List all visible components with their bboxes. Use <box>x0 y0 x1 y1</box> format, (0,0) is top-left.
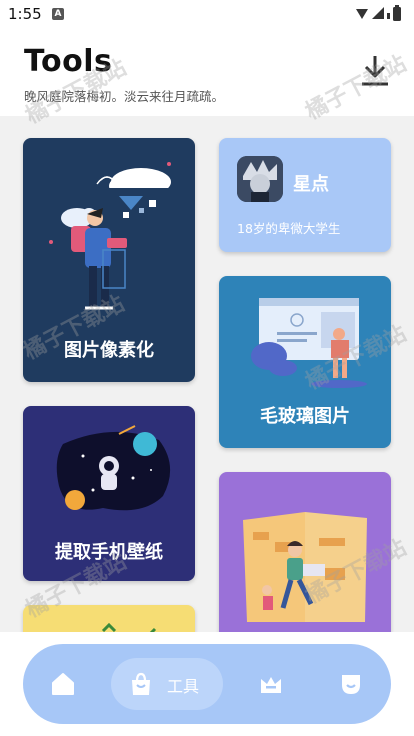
page-title: Tools <box>24 44 113 79</box>
bottom-nav: 工具 <box>23 644 391 724</box>
bottom-nav-area: 工具 <box>0 632 414 736</box>
emoji-icon <box>342 675 360 694</box>
profile-name: 星点 <box>293 174 329 195</box>
status-bar: 1:55 A <box>0 0 414 28</box>
status-time: 1:55 <box>8 5 42 23</box>
download-icon[interactable] <box>359 54 391 88</box>
partial-card[interactable] <box>23 605 195 632</box>
profile-desc: 18岁的卑微大学生 <box>237 221 341 236</box>
tools-grid: 图片像素化 星点 18岁的卑微大学生 毛玻璃图片 提取手机壁纸 橘子下载站 橘子… <box>0 116 414 632</box>
app-header: Tools 晚风庭院落梅初。淡云来往月疏疏。 <box>0 28 414 116</box>
wallpaper-label: 提取手机壁纸 <box>55 542 163 563</box>
frosted-card[interactable]: 毛玻璃图片 <box>219 276 391 448</box>
signal-wifi-battery-icon <box>356 5 401 21</box>
reading-card[interactable] <box>219 472 391 632</box>
home-icon <box>52 673 74 695</box>
nav-tools[interactable] <box>123 666 159 702</box>
frosted-label: 毛玻璃图片 <box>260 406 350 427</box>
reading-illustration <box>243 512 367 622</box>
avatar <box>237 156 283 202</box>
profile-card[interactable]: 星点 18岁的卑微大学生 <box>219 138 391 252</box>
nav-tools-label: 工具 <box>167 677 200 696</box>
pixelate-card[interactable]: 图片像素化 <box>23 138 195 382</box>
crown-icon <box>261 677 281 693</box>
page-subtitle: 晚风庭院落梅初。淡云来往月疏疏。 <box>24 89 225 104</box>
nav-profile[interactable] <box>333 666 369 702</box>
nav-vip[interactable] <box>253 666 289 702</box>
pixelate-label: 图片像素化 <box>64 340 154 361</box>
partial-illustration <box>101 622 157 632</box>
notification-icon: A <box>52 8 64 20</box>
wallpaper-card[interactable]: 提取手机壁纸 <box>23 406 195 581</box>
nav-home[interactable] <box>45 666 81 702</box>
shopping-bag-icon <box>132 672 150 695</box>
